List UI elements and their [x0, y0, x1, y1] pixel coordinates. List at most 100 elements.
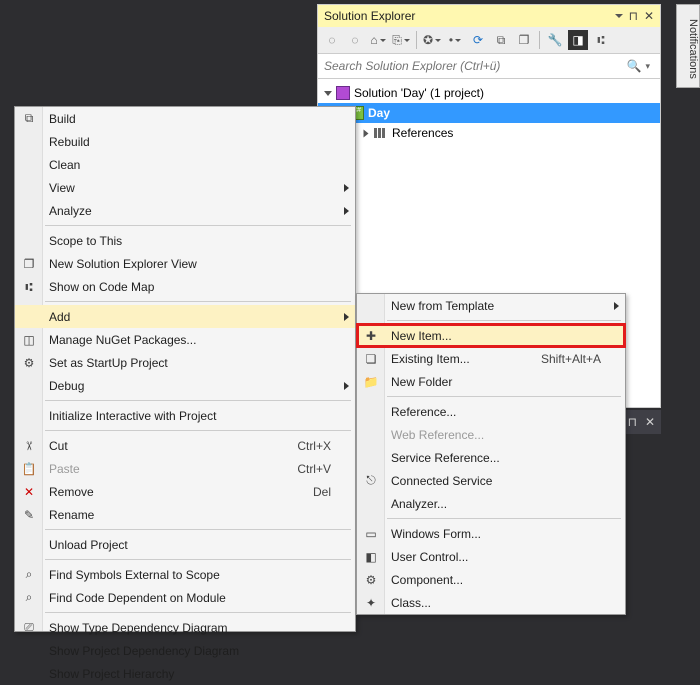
panel-toolbar: ◌ ◌ ⌂ ⎘ ✪ • ⟳ ⧉ ❐ 🔧 ◨ ⑆ [318, 27, 660, 54]
submenu-arrow-icon [614, 302, 619, 310]
menu-item-analyzer[interactable]: Analyzer... [357, 492, 625, 515]
menu-item-show-project-dependency-diagram[interactable]: Show Project Dependency Diagram [15, 639, 355, 662]
component-icon: ⚙ [362, 573, 380, 587]
menu-item-label: Analyze [49, 204, 92, 218]
menu-item-new-item[interactable]: ✚ New Item... [357, 324, 625, 347]
menu-item-new-solution-explorer-view[interactable]: ❐New Solution Explorer View [15, 252, 355, 275]
tree-label: References [392, 126, 453, 140]
menu-item-build[interactable]: ⧉Build [15, 107, 355, 130]
references-icon [374, 128, 388, 138]
menu-item-label: Scope to This [49, 234, 122, 248]
menu-item-label: Web Reference... [391, 428, 484, 442]
menu-item-remove[interactable]: ✕RemoveDel [15, 480, 355, 503]
back-icon[interactable]: ◌ [322, 30, 342, 50]
menu-item-label: New Item... [391, 329, 452, 343]
menu-item-label: Initialize Interactive with Project [49, 409, 216, 423]
expander-icon[interactable] [364, 129, 369, 137]
menu-separator [45, 612, 351, 613]
menu-item-find-code-dependent-on-module[interactable]: ⌕Find Code Dependent on Module [15, 586, 355, 609]
menu-item-debug[interactable]: Debug [15, 374, 355, 397]
menu-item-rename[interactable]: ✎Rename [15, 503, 355, 526]
menu-item-show-on-code-map[interactable]: ⑆Show on Code Map [15, 275, 355, 298]
menu-item-set-as-startup-project[interactable]: ⚙Set as StartUp Project [15, 351, 355, 374]
menu-shortcut: Del [289, 485, 331, 499]
menu-item-reference[interactable]: Reference... [357, 400, 625, 423]
panel-menu-icon[interactable] [615, 14, 623, 18]
menu-item-label: Show on Code Map [49, 280, 154, 294]
menu-item-find-symbols-external-to-scope[interactable]: ⌕Find Symbols External to Scope [15, 563, 355, 586]
menu-item-class[interactable]: ✦ Class... [357, 591, 625, 614]
search-input[interactable] [324, 54, 627, 78]
collapse-icon[interactable]: ⧉ [491, 30, 511, 50]
new-folder-icon: 📁 [362, 375, 380, 389]
existing-item-icon: ❏ [362, 352, 380, 366]
search-options-icon[interactable]: ▾ [645, 61, 650, 72]
panel-titlebar[interactable]: Solution Explorer ⊓ ✕ [318, 5, 660, 27]
add-submenu: New from Template ✚ New Item... ❏Existing I… [356, 293, 626, 615]
find-dep-icon: ⌕ [20, 590, 38, 605]
properties-icon[interactable]: 🔧 [545, 30, 565, 50]
separator [416, 31, 417, 49]
home-icon[interactable]: ⌂ [368, 30, 388, 50]
menu-separator [45, 225, 351, 226]
rename-icon: ✎ [20, 508, 38, 522]
menu-separator [387, 518, 621, 519]
sync-icon[interactable]: ⎘ [391, 30, 411, 50]
menu-item-clean[interactable]: Clean [15, 153, 355, 176]
menu-item-unload-project[interactable]: Unload Project [15, 533, 355, 556]
notifications-tab[interactable]: Notifications [676, 4, 700, 88]
type-dep-icon: ⎚ [20, 620, 38, 635]
view-icon[interactable]: ⑆ [591, 30, 611, 50]
pending-icon[interactable]: ✪ [422, 30, 442, 50]
menu-item-cut[interactable]: ✂CutCtrl+X [15, 434, 355, 457]
menu-separator [45, 559, 351, 560]
forward-icon[interactable]: ◌ [345, 30, 365, 50]
refresh-icon[interactable]: ⟳ [468, 30, 488, 50]
menu-item-paste: 📋PasteCtrl+V [15, 457, 355, 480]
menu-item-label: Paste [49, 462, 80, 476]
menu-item-label: Class... [391, 596, 431, 610]
close-icon[interactable]: ✕ [645, 415, 655, 429]
menu-item-existing-item[interactable]: ❏Existing Item...Shift+Alt+A [357, 347, 625, 370]
menu-item-windows-form[interactable]: ▭Windows Form... [357, 522, 625, 545]
close-icon[interactable]: ✕ [644, 9, 654, 23]
menu-item-analyze[interactable]: Analyze [15, 199, 355, 222]
menu-item-scope-to-this[interactable]: Scope to This [15, 229, 355, 252]
preview-icon[interactable]: ◨ [568, 30, 588, 50]
menu-item-manage-nuget-packages[interactable]: ◫Manage NuGet Packages... [15, 328, 355, 351]
new-item-icon: ✚ [362, 329, 380, 343]
pin-icon[interactable]: ⊓ [628, 415, 637, 429]
menu-item-new-folder[interactable]: 📁 New Folder [357, 370, 625, 393]
separator [539, 31, 540, 49]
menu-item-initialize-interactive-with-project[interactable]: Initialize Interactive with Project [15, 404, 355, 427]
menu-item-view[interactable]: View [15, 176, 355, 199]
tree-label: Solution 'Day' (1 project) [354, 86, 484, 100]
menu-item-show-project-hierarchy[interactable]: Show Project Hierarchy [15, 662, 355, 685]
tree-references-node[interactable]: References [318, 123, 660, 143]
menu-item-label: Show Project Dependency Diagram [49, 644, 239, 658]
menu-item-label: Build [49, 112, 76, 126]
panel-title: Solution Explorer [324, 9, 609, 23]
menu-separator [45, 400, 351, 401]
class-icon: ✦ [362, 596, 380, 610]
find-ext-icon: ⌕ [20, 567, 38, 582]
showall-icon[interactable]: ❐ [514, 30, 534, 50]
search-box[interactable]: 🔍 ▾ [318, 54, 660, 79]
menu-item-rebuild[interactable]: Rebuild [15, 130, 355, 153]
menu-item-connected-service[interactable]: ⎋Connected Service [357, 469, 625, 492]
history-icon[interactable]: • [445, 30, 465, 50]
menu-item-service-reference[interactable]: Service Reference... [357, 446, 625, 469]
expander-icon[interactable] [324, 91, 332, 96]
menu-item-user-control[interactable]: ◧User Control... [357, 545, 625, 568]
menu-item-label: New Folder [391, 375, 452, 389]
menu-item-label: New Solution Explorer View [49, 257, 197, 271]
pin-icon[interactable]: ⊓ [629, 9, 638, 23]
menu-item-component[interactable]: ⚙Component... [357, 568, 625, 591]
tree-solution-node[interactable]: Solution 'Day' (1 project) [318, 83, 660, 103]
tree-project-node[interactable]: Day [318, 103, 660, 123]
submenu-arrow-icon [344, 184, 349, 192]
menu-separator [387, 396, 621, 397]
menu-item-new-from-template[interactable]: New from Template [357, 294, 625, 317]
search-icon[interactable]: 🔍 [627, 59, 642, 73]
menu-item-add[interactable]: Add [15, 305, 355, 328]
